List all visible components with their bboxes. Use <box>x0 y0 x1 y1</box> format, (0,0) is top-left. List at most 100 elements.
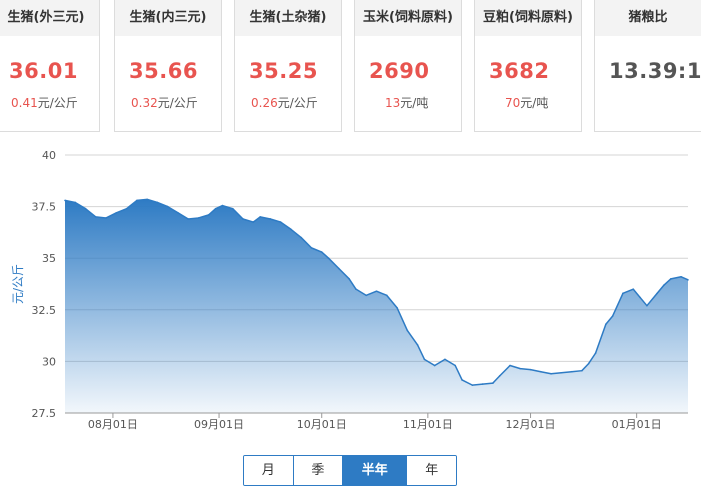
data-point <box>375 290 378 293</box>
data-point <box>310 247 313 249</box>
data-point <box>105 217 107 219</box>
chart-svg: 27.5 30 32.5 35 37.5 40 08月01日 09月01日 10月01日 11月0… <box>11 149 689 431</box>
period-half-year-button[interactable]: 半年 <box>343 456 408 485</box>
price-card[interactable]: 生猪(内三元) 35.66 0.32元/公斤 <box>114 0 222 132</box>
data-point <box>509 364 511 367</box>
x-tick-label: 11月01日 <box>403 418 453 430</box>
card-price: 36.01 <box>9 59 78 83</box>
data-point <box>519 367 522 370</box>
data-point <box>550 372 552 375</box>
change-unit: 元/公斤 <box>157 96 198 110</box>
data-point <box>687 279 689 281</box>
data-point <box>221 204 224 207</box>
change-value: 0.26 <box>251 96 278 110</box>
data-point <box>197 217 200 219</box>
data-point <box>74 201 77 204</box>
x-tick-label: 09月01日 <box>194 418 244 430</box>
period-year-button[interactable]: 年 <box>407 456 456 485</box>
pig-grain-ratio: 13.39:1 <box>609 59 701 83</box>
data-point <box>290 228 292 231</box>
change-value: 0.41 <box>11 96 38 110</box>
card-price: 35.66 <box>129 59 198 83</box>
card-price: 2690 <box>369 59 430 83</box>
period-selector: 月 季 半年 年 <box>243 455 457 486</box>
data-point <box>656 292 658 295</box>
card-change: 0.26元/公斤 <box>251 94 318 111</box>
data-point <box>259 216 261 218</box>
data-point <box>406 329 409 332</box>
card-price: 3682 <box>489 59 550 83</box>
data-point <box>444 358 446 361</box>
data-point <box>269 218 272 220</box>
data-point <box>471 384 474 386</box>
data-point <box>385 294 388 297</box>
change-unit: 元/吨 <box>400 96 429 110</box>
data-point <box>338 267 340 270</box>
price-card[interactable]: 豆粕(饲料原料) 3682 70元/吨 <box>474 0 582 132</box>
data-point <box>252 221 255 223</box>
data-point <box>125 207 128 210</box>
period-month-button[interactable]: 月 <box>244 456 294 485</box>
card-title: 生猪(外三元) <box>0 0 99 36</box>
data-point <box>115 211 118 214</box>
data-point <box>320 251 323 253</box>
data-point <box>300 236 302 239</box>
change-value: 70 <box>505 96 521 110</box>
data-point <box>64 199 66 202</box>
change-unit: 元/公斤 <box>37 96 78 110</box>
card-change: 70元/吨 <box>505 94 548 111</box>
card-change: 13元/吨 <box>385 94 428 111</box>
price-card[interactable]: 生猪(土杂猪) 35.25 0.26元/公斤 <box>234 0 342 132</box>
data-point <box>423 358 426 361</box>
data-point <box>680 275 682 278</box>
period-quarter-button[interactable]: 季 <box>293 456 344 485</box>
data-point <box>177 211 179 214</box>
change-unit: 元/公斤 <box>277 96 318 110</box>
data-point <box>594 352 597 354</box>
x-tick-label: 08月01日 <box>88 418 138 430</box>
data-point <box>663 284 665 286</box>
x-tick-label: 12月01日 <box>506 418 556 430</box>
card-title: 豆粕(饲料原料) <box>475 0 581 36</box>
y-tick-label: 37.5 <box>32 201 57 214</box>
data-point <box>146 198 148 201</box>
card-title: 玉米(饲料原料) <box>355 0 461 36</box>
data-point <box>187 218 190 220</box>
data-point <box>454 364 457 367</box>
data-point <box>433 364 436 367</box>
data-point <box>587 362 590 365</box>
data-point <box>95 216 97 218</box>
card-title: 生猪(土杂猪) <box>235 0 341 36</box>
data-point <box>207 214 210 216</box>
card-price: 35.25 <box>249 59 318 83</box>
card-title: 猪粮比 <box>595 0 701 36</box>
data-point <box>365 294 368 297</box>
data-point <box>560 371 563 374</box>
change-value: 0.32 <box>131 96 158 110</box>
data-point <box>136 199 138 202</box>
price-card[interactable]: 生猪(外三元) 36.01 0.41元/公斤 <box>0 0 100 132</box>
card-title: 生猪(内三元) <box>115 0 221 36</box>
y-tick-label: 40 <box>42 149 56 162</box>
data-point <box>581 369 583 372</box>
x-tick-label: 10月01日 <box>297 418 347 430</box>
price-cards: 生猪(外三元) 36.01 0.41元/公斤 生猪(内三元) 35.66 0.3… <box>0 0 701 140</box>
data-point <box>166 205 169 208</box>
data-point <box>492 382 494 384</box>
data-point <box>570 370 573 373</box>
data-point <box>605 323 607 326</box>
data-point <box>348 278 350 280</box>
data-point <box>156 201 159 204</box>
y-tick-label: 32.5 <box>32 304 57 317</box>
data-point <box>498 375 501 377</box>
data-point <box>214 207 217 210</box>
price-card[interactable]: 猪粮比 13.39:1 <box>594 0 701 132</box>
x-tick-label: 01月01日 <box>612 418 662 430</box>
data-point <box>529 368 532 371</box>
y-axis-label: 元/公斤 <box>11 264 25 304</box>
data-point <box>540 370 542 373</box>
price-card[interactable]: 玉米(饲料原料) 2690 13元/吨 <box>354 0 462 132</box>
card-change: 0.41元/公斤 <box>11 94 78 111</box>
card-change: 0.32元/公斤 <box>131 94 198 111</box>
change-unit: 元/吨 <box>520 96 549 110</box>
